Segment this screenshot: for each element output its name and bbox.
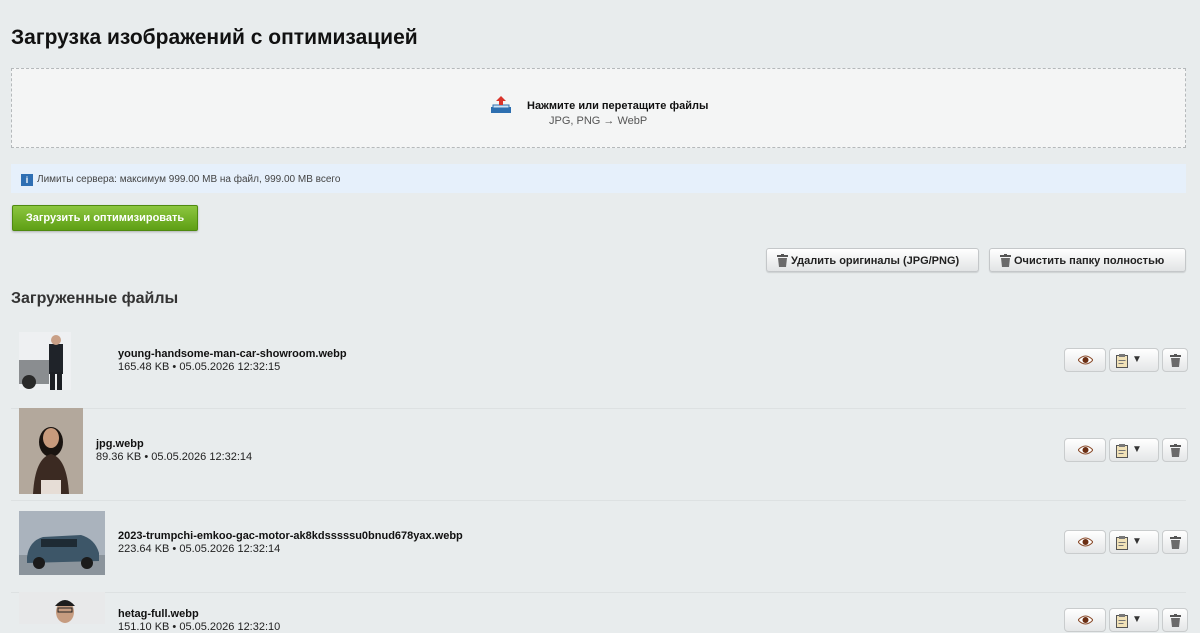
eye-icon — [1078, 615, 1093, 625]
clear-folder-label: Очистить папку полностью — [1014, 255, 1165, 267]
chevron-down-icon: ▼ — [1132, 444, 1142, 455]
eye-icon — [1078, 355, 1093, 365]
files-section-title: Загруженные файлы — [11, 290, 179, 307]
clipboard-icon — [1116, 354, 1128, 368]
file-meta: 89.36 KB • 05.05.2026 12:32:14 — [96, 451, 253, 463]
file-row: young-handsome-man-car-showroom.webp 165… — [11, 316, 1188, 409]
server-limits-notice: i Лимиты сервера: максимум 999.00 MB на … — [11, 164, 1186, 193]
chevron-down-icon: ▼ — [1132, 354, 1142, 365]
file-name: 2023-trumpchi-emkoo-gac-motor-ak8kdsssss… — [118, 530, 463, 542]
trash-icon — [1000, 254, 1011, 267]
dropzone-subtitle: JPG, PNG → WebP — [549, 115, 648, 127]
upload-tray-icon — [491, 96, 511, 113]
copy-menu-button[interactable]: ▼ — [1109, 530, 1159, 554]
clipboard-icon — [1116, 536, 1128, 550]
file-name: hetag-full.webp — [118, 608, 199, 620]
file-meta: 165.48 KB • 05.05.2026 12:32:15 — [118, 361, 281, 373]
file-thumbnail — [19, 408, 83, 494]
view-button[interactable] — [1064, 530, 1106, 554]
chevron-down-icon: ▼ — [1132, 536, 1142, 547]
copy-menu-button[interactable]: ▼ — [1109, 438, 1159, 462]
copy-menu-button[interactable]: ▼ — [1109, 608, 1159, 632]
file-row: jpg.webp 89.36 KB • 05.05.2026 12:32:14 … — [11, 408, 1188, 501]
eye-icon — [1078, 445, 1093, 455]
file-name: young-handsome-man-car-showroom.webp — [118, 348, 347, 360]
clipboard-icon — [1116, 444, 1128, 458]
trash-icon — [777, 254, 788, 267]
chevron-down-icon: ▼ — [1132, 614, 1142, 625]
file-meta: 223.64 KB • 05.05.2026 12:32:14 — [118, 543, 281, 555]
copy-menu-button[interactable]: ▼ — [1109, 348, 1159, 372]
file-row: hetag-full.webp 151.10 KB • 05.05.2026 1… — [11, 592, 1188, 633]
page-title: Загрузка изображений с оптимизацией — [11, 26, 418, 49]
clear-folder-button[interactable]: Очистить папку полностью — [989, 248, 1186, 272]
file-dropzone[interactable]: Нажмите или перетащите файлы JPG, PNG → … — [11, 68, 1186, 148]
file-meta: 151.10 KB • 05.05.2026 12:32:10 — [118, 621, 281, 633]
info-icon: i — [21, 174, 33, 186]
view-button[interactable] — [1064, 608, 1106, 632]
file-row: 2023-trumpchi-emkoo-gac-motor-ak8kdsssss… — [11, 500, 1188, 593]
delete-file-button[interactable] — [1162, 438, 1188, 462]
delete-originals-button[interactable]: Удалить оригиналы (JPG/PNG) — [766, 248, 979, 272]
file-thumbnail — [19, 592, 105, 624]
dropzone-title: Нажмите или перетащите файлы — [527, 100, 709, 112]
trash-icon — [1170, 536, 1181, 549]
delete-file-button[interactable] — [1162, 608, 1188, 632]
delete-file-button[interactable] — [1162, 530, 1188, 554]
delete-file-button[interactable] — [1162, 348, 1188, 372]
server-limits-text: Лимиты сервера: максимум 999.00 MB на фа… — [37, 174, 341, 185]
trash-icon — [1170, 614, 1181, 627]
file-thumbnail — [19, 511, 105, 575]
clipboard-icon — [1116, 614, 1128, 628]
file-thumbnail — [19, 332, 71, 390]
view-button[interactable] — [1064, 438, 1106, 462]
upload-optimize-button[interactable]: Загрузить и оптимизировать — [12, 205, 198, 231]
delete-originals-label: Удалить оригиналы (JPG/PNG) — [791, 255, 960, 267]
view-button[interactable] — [1064, 348, 1106, 372]
eye-icon — [1078, 537, 1093, 547]
trash-icon — [1170, 354, 1181, 367]
trash-icon — [1170, 444, 1181, 457]
file-name: jpg.webp — [96, 438, 144, 450]
